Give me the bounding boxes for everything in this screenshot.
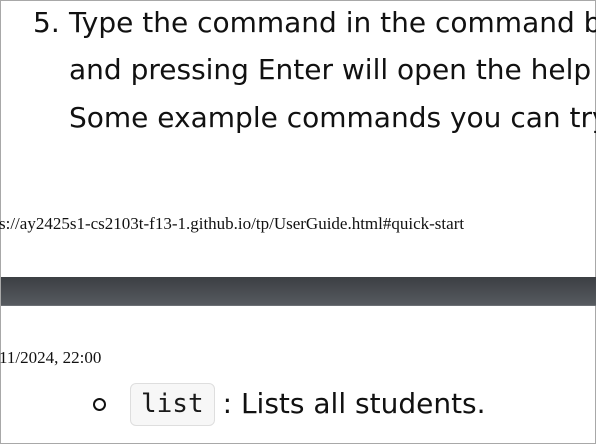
example-command-item: list : Lists all students. bbox=[93, 381, 486, 427]
step-number: 5. bbox=[33, 6, 60, 39]
print-header-datetime: 11/2024, 22:00 bbox=[0, 348, 102, 367]
step-line-2: and pressing Enter will open the help bbox=[69, 53, 592, 86]
print-footer-url: s://ay2425s1-cs2103t-f13-1.github.io/tp/… bbox=[0, 214, 465, 233]
page-break-separator bbox=[1, 277, 596, 306]
step-line-3: Some example commands you can try: bbox=[69, 101, 596, 134]
command-code: list bbox=[130, 382, 215, 426]
step-text: Type the command in the command box bbox=[69, 6, 596, 39]
step-line-1: 5. Type the command in the command box bbox=[33, 9, 596, 37]
hollow-bullet-icon bbox=[93, 397, 106, 411]
quick-start-step: 5. Type the command in the command box an… bbox=[1, 1, 596, 201]
command-description: : Lists all students. bbox=[222, 387, 486, 420]
